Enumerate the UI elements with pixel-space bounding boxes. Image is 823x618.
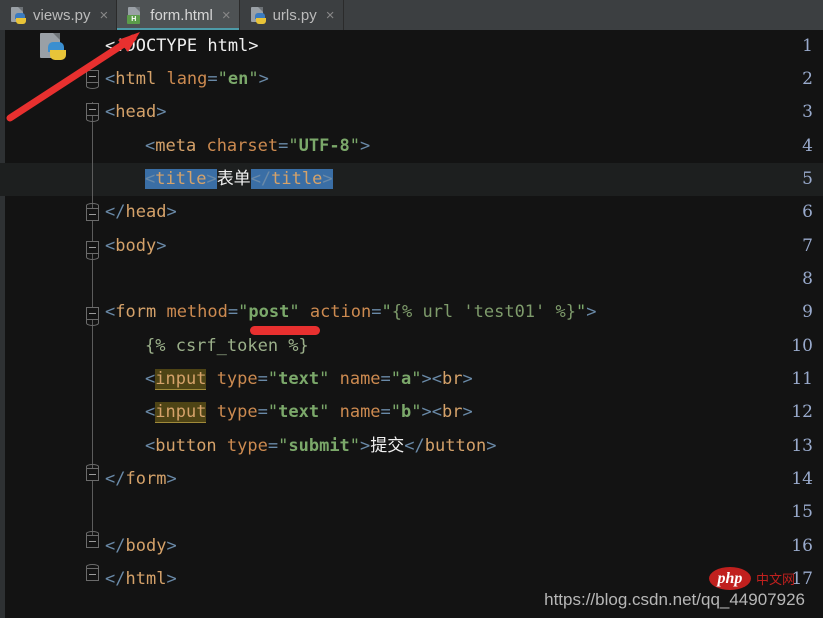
- code-line-3: <head>: [105, 102, 167, 122]
- tab-views-py[interactable]: views.py ×: [0, 0, 118, 30]
- editor-tab-bar: views.py × H form.html × urls.py ×: [0, 0, 823, 30]
- html-file-icon: H: [127, 6, 143, 24]
- line-number-gutter: [5, 30, 85, 618]
- php-logo: php: [708, 567, 751, 590]
- code-line-13: <button type="submit">提交</button>: [145, 436, 497, 456]
- charset-value: UTF-8: [298, 136, 350, 156]
- tab-label: urls.py: [272, 6, 317, 24]
- tab-form-html[interactable]: H form.html ×: [117, 0, 240, 30]
- python-file-icon: [10, 6, 26, 24]
- code-line-2: <html lang="en">: [105, 69, 269, 89]
- code-line-11: <input type="text" name="a"><br>: [145, 369, 473, 390]
- code-line-7: <body>: [105, 236, 167, 256]
- python-file-icon: [40, 33, 66, 60]
- watermark-url: https://blog.csdn.net/qq_44907926: [544, 590, 805, 609]
- close-icon[interactable]: ×: [100, 8, 109, 23]
- code-editor[interactable]: 1 2 3 4 5 6 7 8 9 10 11 12 13 14 15 16 1…: [0, 30, 823, 618]
- code-line-17: </html>: [105, 569, 177, 589]
- code-line-1: <!DOCTYPE html>: [105, 30, 259, 63]
- tab-label: views.py: [33, 6, 91, 24]
- lang-value: en: [227, 69, 249, 89]
- name-value-a: a: [401, 369, 412, 389]
- code-line-14: </form>: [105, 469, 177, 489]
- tab-label: form.html: [150, 6, 213, 24]
- method-value: post: [248, 302, 290, 322]
- button-text: 提交: [370, 436, 405, 456]
- annotation-underline-post: [250, 326, 320, 335]
- tab-urls-py[interactable]: urls.py ×: [240, 0, 344, 30]
- csrf-token: {% csrf_token %}: [145, 336, 309, 356]
- code-line-9: <form method="post" action="{% url 'test…: [105, 302, 597, 322]
- type-value: text: [278, 402, 320, 422]
- code-line-5: <title>表单</title>: [145, 169, 333, 189]
- action-value: {% url 'test01' %}: [391, 302, 576, 322]
- type-value: text: [278, 369, 320, 389]
- php-logo-suffix: 中文网: [755, 572, 795, 587]
- submit-value: submit: [288, 436, 350, 456]
- code-text-area[interactable]: <!DOCTYPE html> <html lang="en"> <head> …: [85, 30, 823, 618]
- close-icon[interactable]: ×: [222, 8, 231, 23]
- close-icon[interactable]: ×: [326, 8, 335, 23]
- code-line-4: <meta charset="UTF-8">: [145, 136, 371, 156]
- name-value-b: b: [401, 402, 412, 422]
- code-line-16: </body>: [105, 536, 177, 556]
- html-badge: H: [127, 14, 141, 24]
- doctype-token: <!DOCTYPE html>: [105, 36, 259, 56]
- python-file-icon: [250, 6, 266, 24]
- watermark-logo: php 中文网: [708, 567, 795, 590]
- code-line-12: <input type="text" name="b"><br>: [145, 402, 473, 423]
- code-line-6: </head>: [105, 202, 177, 222]
- title-text: 表单: [216, 169, 251, 189]
